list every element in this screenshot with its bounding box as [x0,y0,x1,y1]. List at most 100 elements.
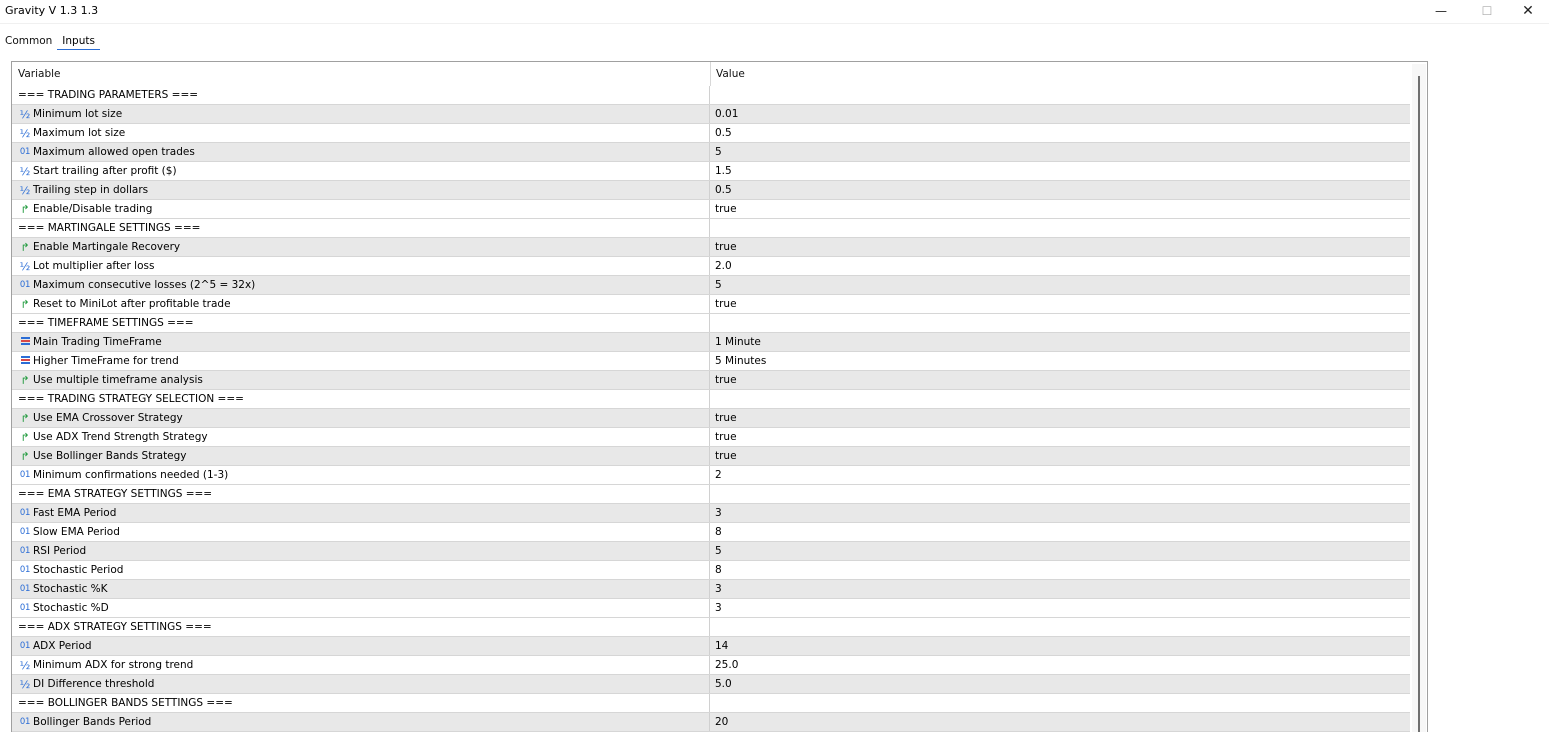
column-header-variable[interactable]: Variable [12,62,711,86]
variable-cell: 01 Fast EMA Period [12,504,710,522]
int-type-icon: 01 [19,546,31,556]
input-row[interactable]: 01 Slow EMA Period 8 [12,523,1410,542]
value-cell[interactable]: true [710,238,1415,256]
input-row[interactable]: ↱ Enable/Disable trading true [12,200,1410,219]
input-row[interactable]: ½ Lot multiplier after loss 2.0 [12,257,1410,276]
input-row[interactable]: ↱ Use EMA Crossover Strategy true [12,409,1410,428]
input-row[interactable]: ½ Maximum lot size 0.5 [12,124,1410,143]
value-cell[interactable]: true [710,295,1415,313]
variable-cell: ↱ Enable/Disable trading [12,200,710,218]
input-row[interactable]: 01 Stochastic %D 3 [12,599,1410,618]
input-row[interactable]: Higher TimeFrame for trend 5 Minutes [12,352,1410,371]
value-cell[interactable]: true [710,409,1415,427]
double-type-icon: ½ [19,108,31,121]
section-header-row[interactable]: === TIMEFRAME SETTINGS === [12,314,1410,333]
section-header-row[interactable]: === MARTINGALE SETTINGS === [12,219,1410,238]
value-cell[interactable]: 5 [710,143,1415,161]
section-header-row[interactable]: === BOLLINGER BANDS SETTINGS === [12,694,1410,713]
int-type-icon: 01 [19,527,31,537]
input-row[interactable]: 01 Stochastic %K 3 [12,580,1410,599]
variable-name: Use Bollinger Bands Strategy [33,450,187,462]
input-row[interactable]: 01 Bollinger Bands Period 20 [12,713,1410,732]
maximize-button[interactable]: ☐ [1464,0,1510,22]
variable-name: ADX Period [33,640,92,652]
int-type-icon: 01 [19,641,31,651]
section-header-row[interactable]: === TRADING STRATEGY SELECTION === [12,390,1410,409]
value-cell[interactable]: 3 [710,599,1415,617]
variable-cell: ½ Maximum lot size [12,124,710,142]
section-label: === BOLLINGER BANDS SETTINGS === [18,697,233,709]
variable-cell: 01 ADX Period [12,637,710,655]
value-cell[interactable]: 5 [710,276,1415,294]
value-cell[interactable]: 8 [710,523,1415,541]
vertical-scrollbar[interactable] [1412,64,1426,732]
input-row[interactable]: 01 Fast EMA Period 3 [12,504,1410,523]
value-cell[interactable]: true [710,200,1415,218]
input-row[interactable]: ½ Minimum lot size 0.01 [12,105,1410,124]
value-cell[interactable]: true [710,428,1415,446]
input-row[interactable]: ½ Trailing step in dollars 0.5 [12,181,1410,200]
input-row[interactable]: ↱ Use Bollinger Bands Strategy true [12,447,1410,466]
variable-name: Minimum confirmations needed (1-3) [33,469,229,481]
variable-name: Maximum lot size [33,127,126,139]
variable-cell: 01 Stochastic %D [12,599,710,617]
section-header-row[interactable]: === TRADING PARAMETERS === [12,86,1410,105]
value-cell [710,618,1415,636]
value-cell[interactable]: 2 [710,466,1415,484]
value-cell[interactable]: 20 [710,713,1415,731]
value-cell[interactable]: 0.01 [710,105,1415,123]
tab-common[interactable]: Common [0,33,57,49]
value-cell[interactable]: 3 [710,504,1415,522]
variable-name: Minimum ADX for strong trend [33,659,194,671]
input-row[interactable]: ↱ Reset to MiniLot after profitable trade… [12,295,1410,314]
value-cell[interactable]: 14 [710,637,1415,655]
variable-cell: Main Trading TimeFrame [12,333,710,351]
double-type-icon: ½ [19,127,31,140]
scrollbar-thumb[interactable] [1418,76,1420,732]
section-header-row[interactable]: === ADX STRATEGY SETTINGS === [12,618,1410,637]
column-header-value[interactable]: Value [710,62,1412,86]
bool-type-icon: ↱ [20,412,30,425]
input-row[interactable]: 01 Maximum consecutive losses (2^5 = 32x)… [12,276,1410,295]
value-cell[interactable]: 1.5 [710,162,1415,180]
value-cell[interactable]: 8 [710,561,1415,579]
section-label: === ADX STRATEGY SETTINGS === [18,621,212,633]
bool-type-icon: ↱ [20,241,30,254]
value-cell[interactable]: true [710,371,1415,389]
input-row[interactable]: ½ Start trailing after profit ($) 1.5 [12,162,1410,181]
value-cell [710,694,1415,712]
value-cell[interactable]: 1 Minute [710,333,1415,351]
value-cell[interactable]: 5 [710,542,1415,560]
section-header-row[interactable]: === EMA STRATEGY SETTINGS === [12,485,1410,504]
value-cell[interactable]: 5 Minutes [710,352,1415,370]
input-row[interactable]: ↱ Use multiple timeframe analysis true [12,371,1410,390]
grid-header: Variable Value [12,62,1412,86]
close-button[interactable]: ✕ [1505,0,1549,22]
value-cell[interactable]: 3 [710,580,1415,598]
value-cell[interactable]: true [710,447,1415,465]
value-cell[interactable]: 0.5 [710,181,1415,199]
value-cell[interactable]: 2.0 [710,257,1415,275]
value-cell[interactable]: 0.5 [710,124,1415,142]
variable-name: Use multiple timeframe analysis [33,374,203,386]
value-cell[interactable]: 5.0 [710,675,1415,693]
input-row[interactable]: 01 Stochastic Period 8 [12,561,1410,580]
variable-name: Lot multiplier after loss [33,260,155,272]
input-row[interactable]: Main Trading TimeFrame 1 Minute [12,333,1410,352]
input-row[interactable]: ↱ Use ADX Trend Strength Strategy true [12,428,1410,447]
minimize-button[interactable]: — [1418,0,1464,22]
input-row[interactable]: ½ Minimum ADX for strong trend 25.0 [12,656,1410,675]
input-row[interactable]: ↱ Enable Martingale Recovery true [12,238,1410,257]
input-row[interactable]: ½ DI Difference threshold 5.0 [12,675,1410,694]
variable-cell: ½ Start trailing after profit ($) [12,162,710,180]
variable-cell: ↱ Use multiple timeframe analysis [12,371,710,389]
enum-type-icon [18,352,32,370]
title-bar: Gravity V 1.3 1.3 — ☐ ✕ [0,0,1549,22]
input-row[interactable]: 01 Minimum confirmations needed (1-3) 2 [12,466,1410,485]
input-row[interactable]: 01 ADX Period 14 [12,637,1410,656]
input-row[interactable]: 01 Maximum allowed open trades 5 [12,143,1410,162]
value-cell[interactable]: 25.0 [710,656,1415,674]
tab-inputs[interactable]: Inputs [57,33,100,50]
input-row[interactable]: 01 RSI Period 5 [12,542,1410,561]
variable-cell: 01 Maximum consecutive losses (2^5 = 32x) [12,276,710,294]
